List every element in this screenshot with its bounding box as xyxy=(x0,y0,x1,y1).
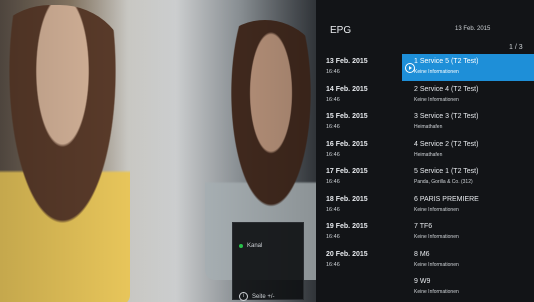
legend-seite-label: Seite +/- xyxy=(252,293,275,300)
epg-row[interactable]: 15 Feb. 2015 16:46 3 Service 3 (T2 Test)… xyxy=(316,109,534,137)
row-time: 16:46 xyxy=(326,234,340,240)
row-channel: 5 Service 1 (T2 Test) xyxy=(414,168,479,175)
row-program: Panda, Gorilla & Co. (312) xyxy=(414,179,473,185)
row-date: 20 Feb. 2015 xyxy=(326,250,368,258)
epg-row[interactable]: 16 Feb. 2015 16:46 4 Service 2 (T2 Test)… xyxy=(316,137,534,165)
legend-seite: i Seite +/- xyxy=(239,283,275,302)
legend-kanal-label: Kanal xyxy=(247,242,263,249)
epg-list: 13 Feb. 2015 16:46 1 Service 5 (T2 Test)… xyxy=(316,54,534,302)
row-program: Keine Informationen xyxy=(414,96,459,103)
epg-current-date: 13 Feb. 2015 xyxy=(455,26,491,32)
row-channel: 1 Service 5 (T2 Test) xyxy=(414,58,479,65)
row-channel: 2 Service 4 (T2 Test) xyxy=(414,85,479,93)
row-program: Keine Informationen xyxy=(414,289,459,295)
row-channel: 6 PARIS PREMIERE xyxy=(414,195,479,203)
green-button-icon xyxy=(239,243,243,248)
row-date: 14 Feb. 2015 xyxy=(326,85,368,93)
epg-row[interactable]: 14 Feb. 2015 16:46 2 Service 4 (T2 Test)… xyxy=(316,82,534,110)
row-time: 16:46 xyxy=(326,261,340,268)
row-time: 16:46 xyxy=(326,96,340,103)
tv-screen: Kanal i Seite +/- EPG 13 Feb. 2015 1 / 3… xyxy=(0,0,534,302)
row-program: Keine Informationen xyxy=(414,234,459,240)
row-channel: 9 W9 xyxy=(414,278,431,285)
row-time: 16:46 xyxy=(326,69,340,75)
row-program: Heimathafen xyxy=(414,124,443,130)
epg-row[interactable]: 17 Feb. 2015 16:46 5 Service 1 (T2 Test)… xyxy=(316,164,534,192)
epg-row[interactable]: 20 Feb. 2015 16:46 8 M6 Keine Informatio… xyxy=(316,247,534,275)
row-channel: 8 M6 xyxy=(414,250,430,258)
row-program: Keine Informationen xyxy=(414,261,459,268)
epg-row-selected[interactable]: 13 Feb. 2015 16:46 1 Service 5 (T2 Test)… xyxy=(316,54,534,82)
key-legend-popup: Kanal i Seite +/- xyxy=(232,222,304,302)
row-channel: 7 TF6 xyxy=(414,223,433,230)
row-date: 13 Feb. 2015 xyxy=(326,58,368,65)
row-time: 16:46 xyxy=(326,151,340,158)
page-button-icon: i xyxy=(239,292,248,302)
epg-row[interactable]: 9 W9 Keine Informationen xyxy=(316,274,534,302)
row-date: 19 Feb. 2015 xyxy=(326,223,368,230)
row-date: 18 Feb. 2015 xyxy=(326,195,368,203)
row-time: 16:46 xyxy=(326,179,340,185)
epg-page-indicator: 1 / 3 xyxy=(509,44,523,51)
epg-row[interactable]: 19 Feb. 2015 16:46 7 TF6 Keine Informati… xyxy=(316,219,534,247)
legend-kanal: Kanal xyxy=(239,232,262,260)
row-channel: 4 Service 2 (T2 Test) xyxy=(414,140,479,148)
epg-row[interactable]: 18 Feb. 2015 16:46 6 PARIS PREMIERE Kein… xyxy=(316,192,534,220)
row-date: 16 Feb. 2015 xyxy=(326,140,368,148)
row-date: 15 Feb. 2015 xyxy=(326,113,368,120)
row-channel: 3 Service 3 (T2 Test) xyxy=(414,113,479,120)
row-time: 16:46 xyxy=(326,124,340,130)
epg-title: EPG xyxy=(330,25,352,36)
epg-panel: EPG 13 Feb. 2015 1 / 3 13 Feb. 2015 16:4… xyxy=(316,0,534,302)
row-program: Heimathafen xyxy=(414,151,443,158)
row-program: Keine Informationen xyxy=(414,206,459,213)
row-time: 16:46 xyxy=(326,206,340,213)
row-date: 17 Feb. 2015 xyxy=(326,168,368,175)
row-program: Keine Informationen xyxy=(414,69,459,75)
